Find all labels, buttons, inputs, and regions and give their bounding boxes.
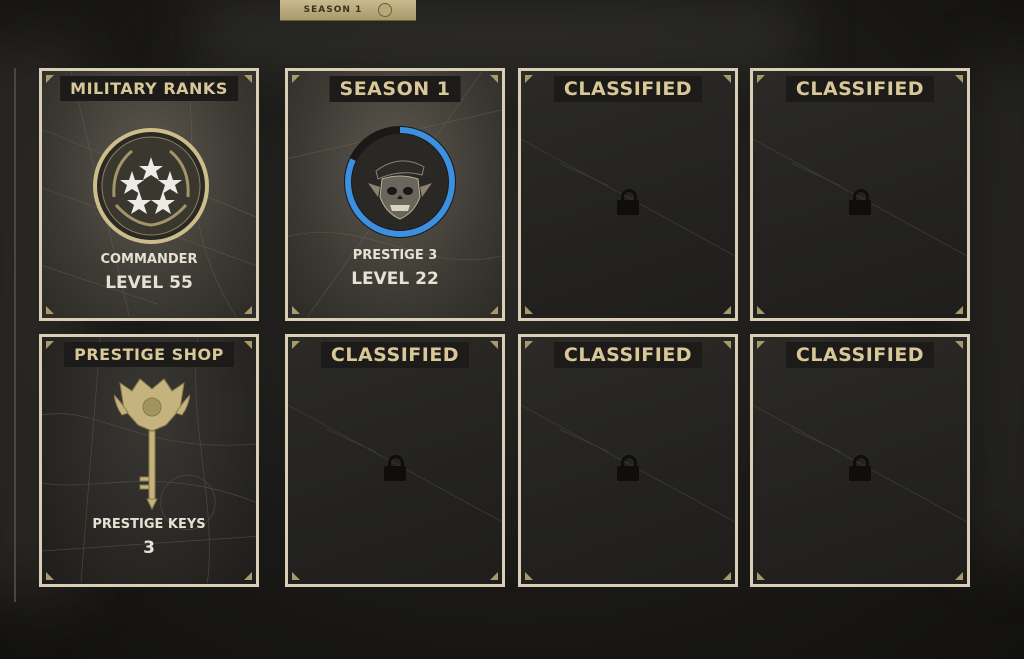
padlock-icon [617,189,639,215]
corner-accent [525,572,533,580]
corner-accent [292,75,300,83]
corner-accent [525,306,533,314]
corner-accent [292,306,300,314]
padlock-icon [617,455,639,481]
classified-title: CLASSIFIED [553,76,703,102]
corner-accent [955,341,963,349]
corner-accent [757,572,765,580]
corner-accent [955,572,963,580]
corner-accent [723,572,731,580]
corner-accent [292,341,300,349]
classified-title: CLASSIFIED [785,342,935,368]
classified-title: CLASSIFIED [785,76,935,102]
season-card-title: SEASON 1 [329,76,461,102]
corner-accent [955,306,963,314]
corner-accent [292,572,300,580]
corner-accent [723,306,731,314]
season-level: LEVEL 22 [351,269,439,289]
corner-accent [757,341,765,349]
corner-accent [757,306,765,314]
corner-accent [46,75,54,83]
prestige-shop-title: PRESTIGE SHOP [64,342,234,367]
corner-accent [244,75,252,83]
season-emblem-icon [378,3,393,17]
padlock-icon [384,455,406,481]
skull-beret-emblem-icon [368,160,432,220]
corner-accent [244,341,252,349]
rank-name: COMMANDER [100,252,198,267]
corner-accent [244,306,252,314]
corner-accent [490,75,498,83]
corner-accent [46,572,54,580]
corner-accent [955,75,963,83]
corner-accent [757,75,765,83]
classified-title: CLASSIFIED [320,342,470,368]
corner-accent [490,572,498,580]
corner-accent [723,341,731,349]
classified-card[interactable]: CLASSIFIED [750,68,970,321]
padlock-icon [849,189,871,215]
military-ranks-title: MILITARY RANKS [60,76,238,101]
prestige-shop-card[interactable]: PRESTIGE SHOP PRESTIGE KEYS 3 [39,334,259,587]
corner-accent [490,341,498,349]
season-tab[interactable]: SEASON 1 [280,0,416,21]
corner-accent [723,75,731,83]
season-card[interactable]: SEASON 1 PRESTIGE 3 LEVEL 22 [285,68,505,321]
side-divider [14,68,16,602]
corner-accent [490,306,498,314]
season-tab-label: SEASON 1 [303,5,363,15]
padlock-icon [849,455,871,481]
classified-card[interactable]: CLASSIFIED [750,334,970,587]
corner-accent [244,572,252,580]
prestige-key-icon [114,378,190,511]
prestige-keys-label: PRESTIGE KEYS [92,517,206,532]
classified-card[interactable]: CLASSIFIED [285,334,505,587]
prestige-keys-count: 3 [143,538,155,558]
classified-card[interactable]: CLASSIFIED [518,68,738,321]
corner-accent [46,306,54,314]
corner-accent [525,75,533,83]
classified-title: CLASSIFIED [553,342,703,368]
corner-accent [46,341,54,349]
classified-card[interactable]: CLASSIFIED [518,334,738,587]
five-star-wreath-insignia-icon [93,128,209,244]
rank-level: LEVEL 55 [105,273,193,293]
military-ranks-card[interactable]: MILITARY RANKS COMMANDER LEVEL 55 [39,68,259,321]
corner-accent [525,341,533,349]
prestige-label: PRESTIGE 3 [352,248,438,263]
